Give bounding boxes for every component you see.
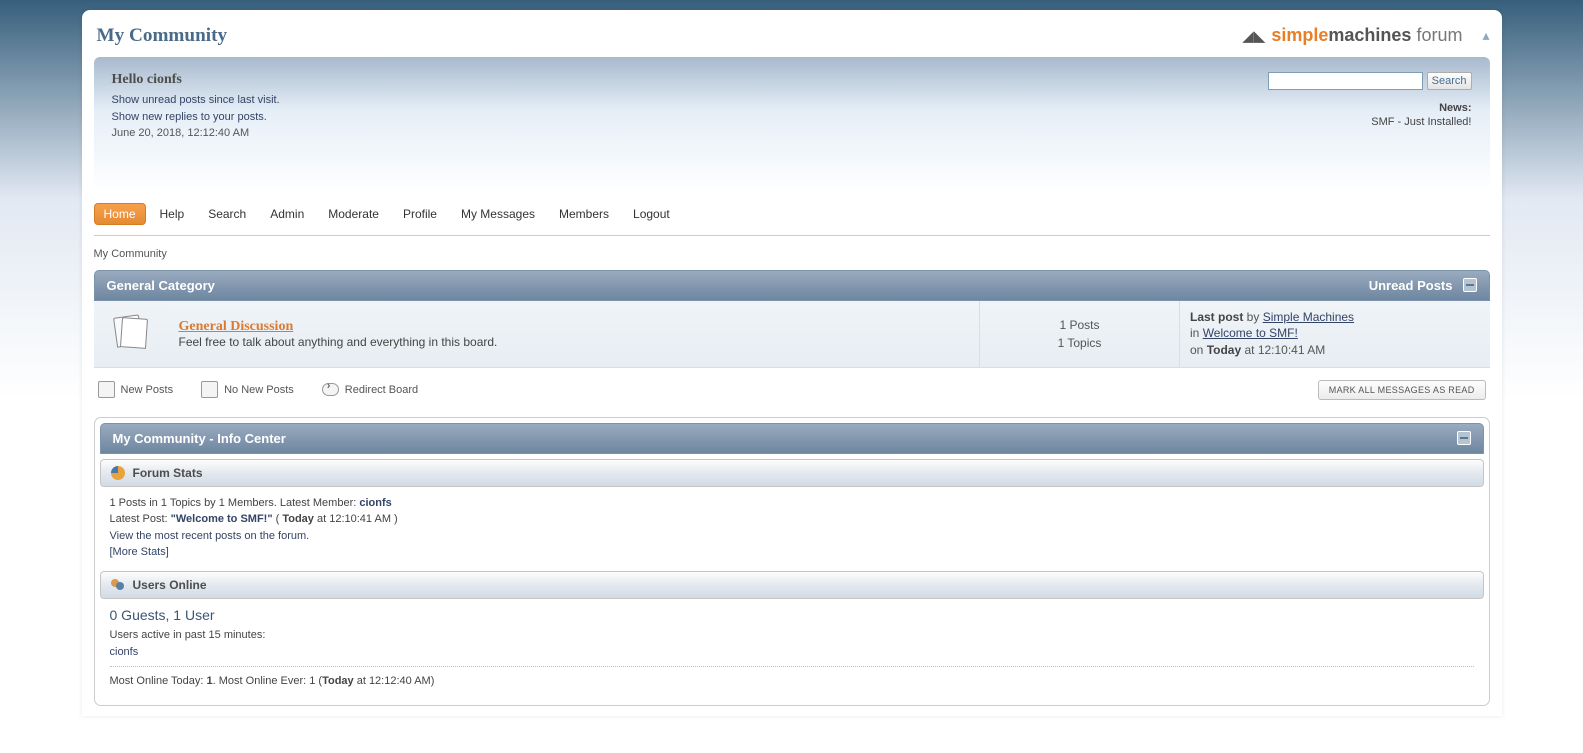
board-row: General Discussion Feel free to talk abo… bbox=[94, 301, 1490, 368]
search-button[interactable]: Search bbox=[1427, 72, 1472, 90]
menu-item-home[interactable]: Home bbox=[94, 203, 146, 225]
info-center-header: My Community - Info Center bbox=[100, 423, 1484, 454]
board-description: Feel free to talk about anything and eve… bbox=[179, 335, 498, 349]
latest-member-link[interactable]: cionfs bbox=[359, 497, 391, 509]
redirect-icon bbox=[322, 383, 339, 396]
new-replies-link[interactable]: Show new replies to your posts. bbox=[112, 111, 267, 123]
new-posts-icon bbox=[98, 381, 115, 398]
legend-new-posts: New Posts bbox=[98, 381, 174, 398]
search-input[interactable] bbox=[1268, 72, 1423, 90]
category-title[interactable]: General Category bbox=[107, 278, 215, 293]
unread-posts-link-cat[interactable]: Unread Posts bbox=[1369, 278, 1453, 293]
latest-post-link[interactable]: "Welcome to SMF!" bbox=[171, 513, 273, 525]
smf-logo-icon: ◢◣ bbox=[1242, 27, 1265, 45]
board-title-link[interactable]: General Discussion bbox=[179, 319, 294, 334]
lastpost-topic-link[interactable]: Welcome to SMF! bbox=[1203, 326, 1298, 340]
menu-item-help[interactable]: Help bbox=[150, 203, 195, 225]
user-panel: Hello cionfs Show unread posts since las… bbox=[94, 57, 1490, 192]
info-center-collapse-icon[interactable] bbox=[1457, 431, 1471, 445]
menu-item-moderate[interactable]: Moderate bbox=[318, 203, 389, 225]
more-stats-link[interactable]: [More Stats] bbox=[110, 546, 169, 558]
greeting: Hello cionfs bbox=[112, 72, 280, 88]
menu-item-admin[interactable]: Admin bbox=[260, 203, 314, 225]
users-online-count: 0 Guests, 1 User bbox=[110, 607, 1474, 624]
forum-title[interactable]: My Community bbox=[97, 25, 228, 47]
menu-item-profile[interactable]: Profile bbox=[393, 203, 447, 225]
users-online-icon bbox=[111, 578, 125, 592]
smf-logo: ◢◣ simplemachines forum ▴ bbox=[1242, 25, 1489, 46]
unread-posts-link[interactable]: Show unread posts since last visit. bbox=[112, 94, 280, 106]
news-text: SMF - Just Installed! bbox=[1371, 116, 1471, 128]
menu-item-my-messages[interactable]: My Messages bbox=[451, 203, 545, 225]
main-menu: HomeHelpSearchAdminModerateProfileMy Mes… bbox=[94, 197, 1490, 236]
news-label: News: bbox=[1439, 102, 1471, 114]
category-header: General Category Unread Posts bbox=[94, 270, 1490, 301]
header-collapse-icon[interactable]: ▴ bbox=[1482, 27, 1489, 44]
lastpost-author-link[interactable]: Simple Machines bbox=[1263, 310, 1354, 324]
view-recent-posts-link[interactable]: View the most recent posts on the forum. bbox=[110, 530, 310, 542]
legend-redirect: Redirect Board bbox=[322, 383, 418, 396]
forum-stats-title: Forum Stats bbox=[133, 466, 203, 480]
legend-no-new-posts: No New Posts bbox=[201, 381, 294, 398]
board-posts: 1 Posts bbox=[1059, 318, 1099, 332]
mark-all-read-button[interactable]: Mark All Messages As Read bbox=[1318, 380, 1486, 400]
users-online-title: Users Online bbox=[133, 578, 207, 592]
breadcrumb[interactable]: My Community bbox=[94, 248, 1490, 260]
board-topics: 1 Topics bbox=[1058, 336, 1102, 350]
category-collapse-icon[interactable] bbox=[1463, 278, 1477, 292]
no-new-posts-icon bbox=[201, 381, 218, 398]
stats-icon bbox=[111, 466, 125, 480]
menu-item-members[interactable]: Members bbox=[549, 203, 619, 225]
menu-item-logout[interactable]: Logout bbox=[623, 203, 680, 225]
current-datetime: June 20, 2018, 12:12:40 AM bbox=[112, 127, 250, 139]
board-icon bbox=[113, 314, 149, 350]
online-user-link[interactable]: cionfs bbox=[110, 646, 139, 658]
menu-item-search[interactable]: Search bbox=[198, 203, 256, 225]
